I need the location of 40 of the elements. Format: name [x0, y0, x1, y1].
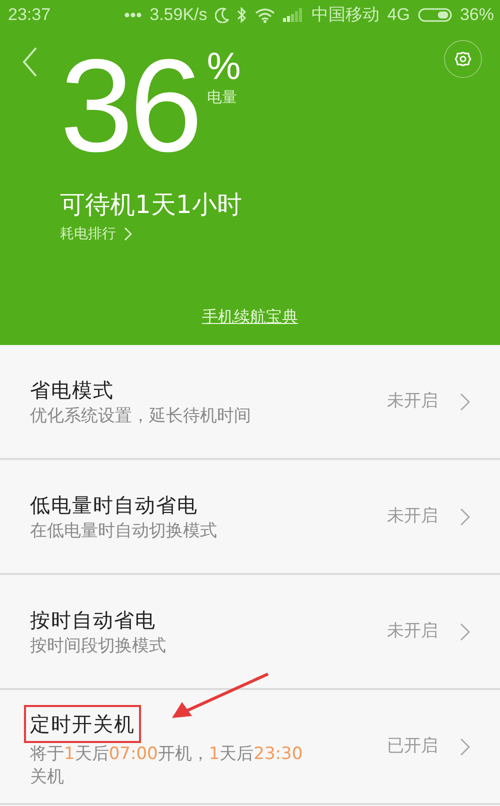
back-icon — [22, 46, 38, 78]
network-type: 4G — [387, 4, 410, 26]
battery-label: 电量 — [206, 87, 238, 108]
signal-icon — [283, 8, 304, 22]
moon-icon — [215, 7, 230, 23]
row-status: 未开启 — [387, 504, 438, 528]
settings-row[interactable]: 定时开关机 将于1天后07:00开机，1天后23:30 关机 已开启 — [0, 690, 500, 805]
notification-dots-icon — [124, 12, 142, 18]
chevron-right-icon — [460, 738, 470, 756]
battery-percent: 36% — [460, 4, 494, 26]
battery-icon — [418, 8, 452, 22]
row-title: 低电量时自动省电 — [30, 492, 199, 520]
chevron-right-icon — [460, 392, 470, 410]
row-description: 优化系统设置，延长待机时间 — [30, 405, 252, 428]
network-speed: 3.59K/s — [150, 4, 208, 26]
settings-icon — [454, 50, 472, 68]
chevron-right-icon — [460, 508, 470, 526]
row-title: 省电模式 — [30, 377, 115, 404]
settings-button[interactable] — [444, 40, 482, 78]
percent-sign: % — [206, 48, 241, 86]
row-status: 未开启 — [387, 390, 438, 413]
row-title: 定时开关机 — [30, 712, 135, 736]
row-description: 按时间段切换模式 — [30, 635, 167, 658]
settings-row[interactable]: 省电模式 优化系统设置，延长待机时间 未开启 — [0, 345, 500, 460]
status-time: 23:37 — [8, 4, 51, 26]
chevron-right-icon — [460, 622, 470, 640]
carrier-name: 中国移动 — [311, 4, 380, 26]
standby-time: 可待机1天1小时 — [60, 189, 242, 221]
wifi-icon — [255, 8, 276, 22]
row-status: 未开启 — [387, 620, 438, 643]
row-status: 已开启 — [387, 734, 438, 758]
row-title: 按时自动省电 — [30, 607, 157, 634]
back-button[interactable] — [22, 46, 38, 78]
settings-row[interactable]: 低电量时自动省电 在低电量时自动切换模式 未开启 — [0, 460, 500, 575]
battery-level-value: 36 — [60, 40, 199, 172]
row-description: 在低电量时自动切换模式 — [30, 520, 218, 543]
settings-row[interactable]: 按时自动省电 按时间段切换模式 未开启 — [0, 575, 500, 690]
row-description: 将于1天后07:00开机，1天后23:30 关机 — [30, 742, 304, 788]
chevron-right-icon — [124, 227, 132, 241]
bluetooth-icon — [237, 7, 248, 23]
